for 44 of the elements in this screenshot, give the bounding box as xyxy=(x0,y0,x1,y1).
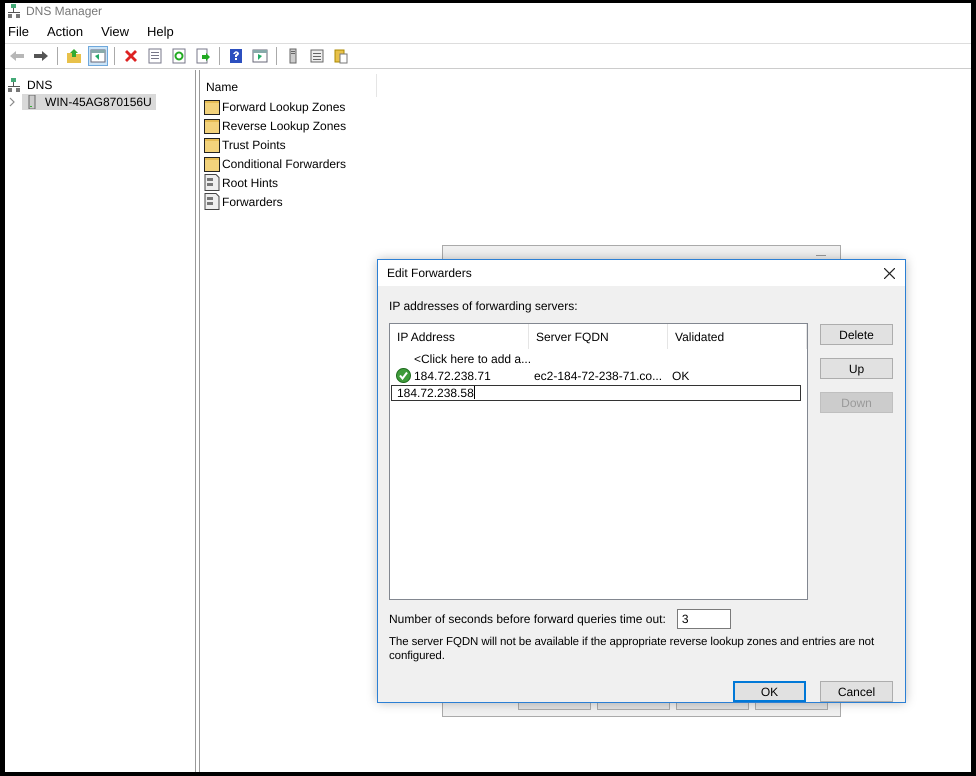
list-item[interactable]: Forward Lookup Zones xyxy=(222,100,346,114)
tree-item[interactable]: DNS xyxy=(27,78,52,92)
list-item[interactable]: Forwarders xyxy=(222,194,283,208)
list-item[interactable]: Root Hints xyxy=(222,176,278,190)
menu-item[interactable]: Help xyxy=(147,24,174,38)
dialog-button[interactable]: Up xyxy=(820,358,893,379)
folder-icon xyxy=(204,136,220,152)
input-field[interactable]: 3 xyxy=(676,609,731,629)
column-header[interactable]: Validated xyxy=(668,324,807,349)
column-header[interactable]: Server FQDN xyxy=(529,324,668,349)
server-icon xyxy=(28,94,36,108)
dialog-button[interactable]: Cancel xyxy=(820,681,893,702)
folder-up-icon[interactable] xyxy=(64,46,84,66)
menu-item[interactable]: View xyxy=(101,24,130,38)
folder-icon xyxy=(204,156,220,172)
chevron-icon[interactable] xyxy=(8,96,16,106)
network-icon xyxy=(8,78,20,92)
note-text: The server FQDN will not be available if the appropriate reverse lookup zones and entries are not configured. xyxy=(389,635,876,663)
list-item[interactable]: Reverse Lookup Zones xyxy=(222,118,346,132)
input-field[interactable]: 184.72.238.58 xyxy=(391,384,801,400)
dialog-title: Edit Forwarders xyxy=(387,266,472,280)
close-icon[interactable] xyxy=(884,268,895,278)
window-title: DNS Manager xyxy=(26,4,102,18)
window-pane-icon[interactable] xyxy=(88,46,108,66)
network-icon xyxy=(8,4,20,18)
dialog-button[interactable]: Delete xyxy=(820,324,893,345)
dialog-button[interactable]: OK xyxy=(733,681,806,702)
list-item[interactable]: Conditional Forwarders xyxy=(222,156,346,170)
binary-file-icon xyxy=(204,193,220,210)
section-label: IP addresses of forwarding servers: xyxy=(389,298,579,315)
add-row-text[interactable]: <Click here to add a... xyxy=(414,352,532,366)
table-cell-text: OK xyxy=(672,368,690,382)
timeout-label: Number of seconds before forward queries time out: xyxy=(389,612,666,626)
binary-file-icon xyxy=(204,174,220,191)
table-cell: 184.72.238.71 xyxy=(414,368,491,382)
menu-item[interactable]: File xyxy=(8,24,29,38)
folder-icon xyxy=(204,98,220,114)
list-item[interactable]: Trust Points xyxy=(222,138,286,152)
menu-item[interactable]: Action xyxy=(46,24,84,38)
tree-item[interactable]: WIN-45AG870156U xyxy=(22,94,156,110)
table-cell-text: ec2-184-72-238-71.co... xyxy=(534,368,664,382)
column-header[interactable]: IP Address xyxy=(390,324,529,349)
folder-icon xyxy=(204,118,220,134)
column-header[interactable]: Name xyxy=(200,74,377,97)
